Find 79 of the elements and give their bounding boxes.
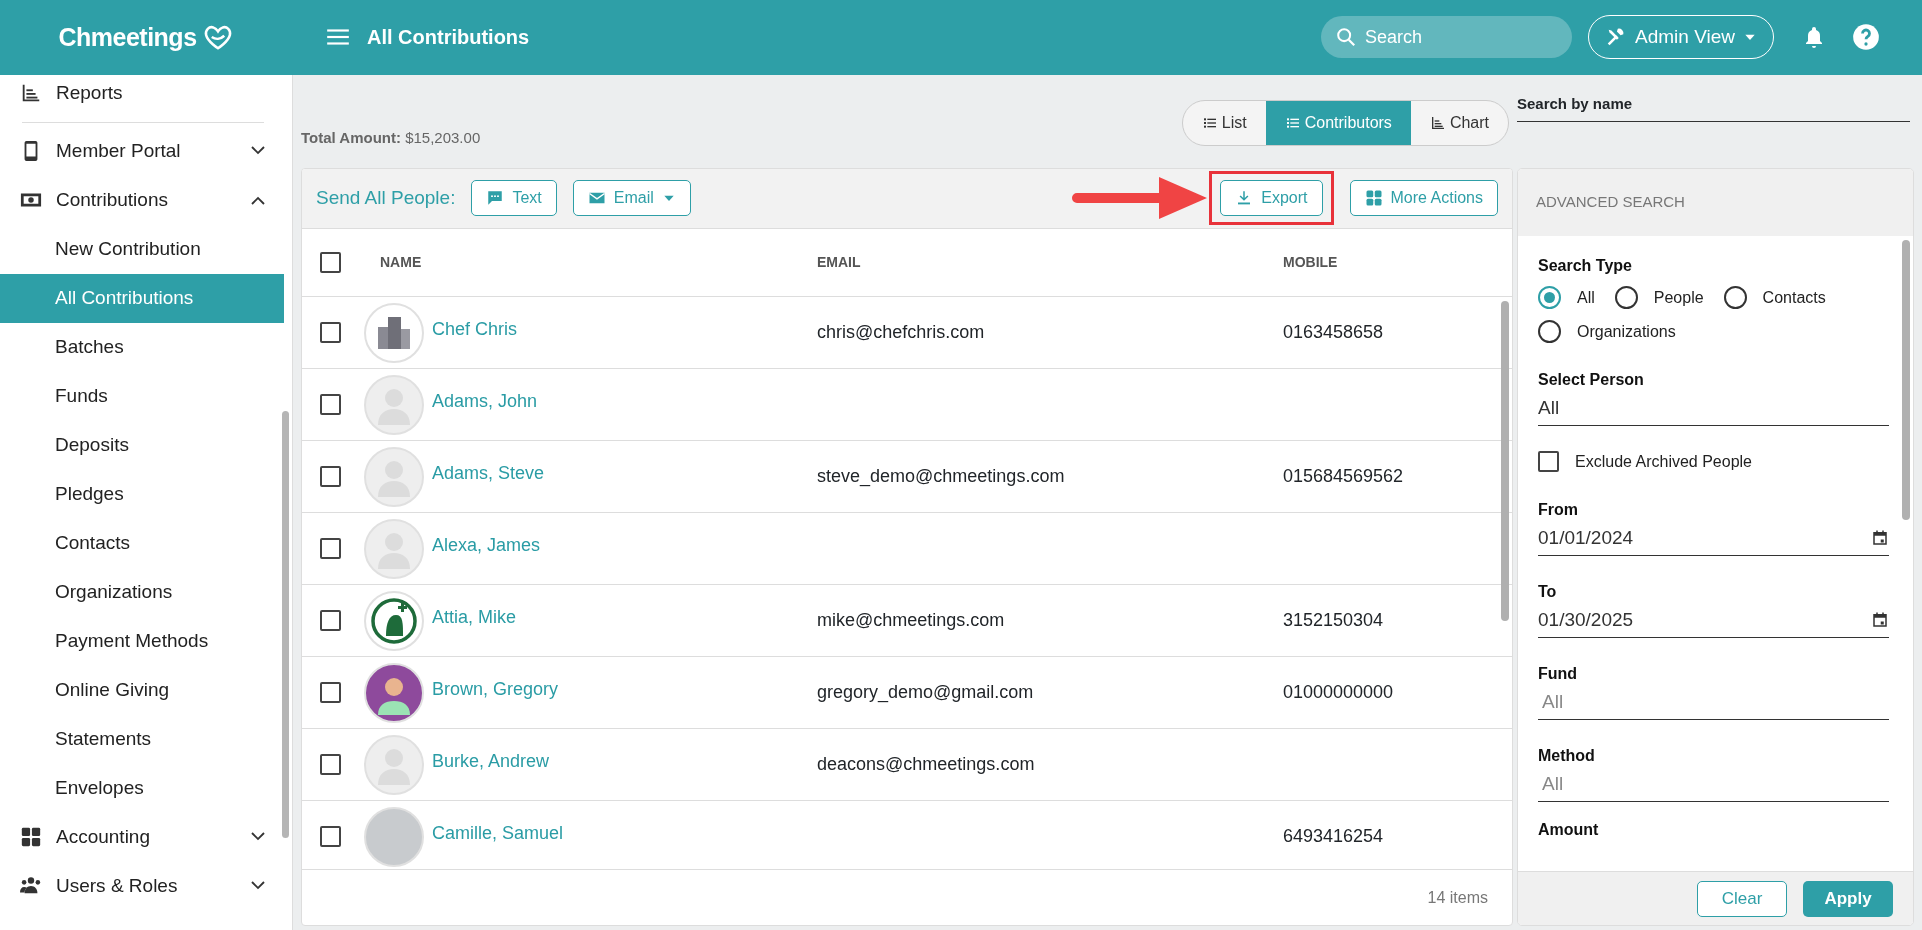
- sidebar-subitem[interactable]: New Contribution: [0, 224, 284, 274]
- sidebar-subitem[interactable]: Deposits: [0, 420, 284, 470]
- row-checkbox[interactable]: [320, 322, 341, 344]
- radio-option[interactable]: Contacts: [1723, 285, 1826, 310]
- item-count-text: 14 items: [1427, 887, 1488, 908]
- avatar-silhouette: [364, 374, 424, 435]
- radio-option[interactable]: People: [1614, 285, 1704, 310]
- calendar-icon: [1871, 611, 1889, 630]
- radio-option[interactable]: All: [1538, 285, 1595, 310]
- row-checkbox[interactable]: [320, 466, 341, 488]
- row-checkbox[interactable]: [320, 538, 341, 560]
- page-title: All Contributions: [367, 25, 530, 51]
- select-field[interactable]: All: [1538, 685, 1889, 720]
- column-header: NAME: [380, 254, 422, 271]
- mobile-text: 6493416254: [1283, 826, 1384, 847]
- field-label: Method: [1538, 745, 1596, 766]
- email-text: mike@chmeetings.com: [817, 610, 1005, 631]
- email-text: chris@chefchris.com: [817, 322, 985, 343]
- field-label: From: [1538, 499, 1579, 520]
- search-by-name-field[interactable]: Search by name: [1517, 91, 1910, 122]
- help-icon[interactable]: [1852, 23, 1880, 52]
- email-text: deacons@chmeetings.com: [817, 754, 1035, 775]
- view-tab[interactable]: List: [1182, 100, 1266, 145]
- avatar-silhouette: [364, 446, 424, 507]
- field-label: To: [1538, 581, 1558, 602]
- row-checkbox[interactable]: [320, 682, 341, 704]
- sidebar-item[interactable]: Accounting: [0, 812, 292, 862]
- sidebar-item[interactable]: Users & Roles: [0, 861, 292, 911]
- sidebar-subitem[interactable]: Envelopes: [0, 763, 284, 813]
- row-checkbox[interactable]: [320, 826, 341, 848]
- view-tab[interactable]: Chart: [1410, 100, 1508, 145]
- sidebar-subitem[interactable]: Payment Methods: [0, 616, 284, 666]
- mobile-text: 015684569562: [1283, 466, 1404, 487]
- sidebar-subitem[interactable]: Pledges: [0, 469, 284, 519]
- chat-icon: [486, 189, 505, 208]
- email-text: gregory_demo@gmail.com: [817, 682, 1034, 703]
- sidebar-item[interactable]: Contributions: [0, 175, 292, 225]
- grid-icon: [1364, 189, 1383, 208]
- date-field[interactable]: 01/01/2024: [1538, 521, 1889, 556]
- row-checkbox[interactable]: [320, 754, 341, 776]
- sidebar-item[interactable]: Reports: [0, 74, 292, 118]
- column-header: MOBILE: [1283, 254, 1338, 271]
- sidebar-subitem[interactable]: Organizations: [0, 567, 284, 617]
- sidebar-subitem[interactable]: Batches: [0, 322, 284, 372]
- field-label: Amount: [1538, 819, 1600, 840]
- sidebar-item[interactable]: Member Portal: [0, 126, 292, 176]
- mobile-text: 01000000000: [1283, 682, 1394, 703]
- send-all-label: Send All People:: [316, 186, 456, 211]
- column-header: EMAIL: [817, 254, 861, 271]
- building-avatar: [364, 302, 424, 363]
- mobile-text: 3152150304: [1283, 610, 1384, 631]
- mobile-text: 0163458658: [1283, 322, 1384, 343]
- email-text: steve_demo@chmeetings.com: [817, 466, 1065, 487]
- calculator-icon: [20, 826, 42, 849]
- sidebar-subitem[interactable]: Contacts: [0, 518, 284, 568]
- sidebar-subitem[interactable]: Funds: [0, 371, 284, 421]
- row-checkbox[interactable]: [320, 610, 341, 632]
- search-icon: [1335, 26, 1357, 49]
- avatar-silhouette: [364, 734, 424, 795]
- row-checkbox[interactable]: [320, 394, 341, 416]
- date-field[interactable]: 01/30/2025: [1538, 603, 1889, 638]
- field-label: Select Person: [1538, 369, 1645, 390]
- sidebar-subitem[interactable]: Online Giving: [0, 665, 284, 715]
- panel-title: ADVANCED SEARCH: [1536, 192, 1685, 212]
- photo-placeholder: [364, 806, 424, 867]
- bar-chart-icon: [1429, 114, 1446, 131]
- sidebar-subitem[interactable]: Statements: [0, 714, 284, 764]
- select-field[interactable]: All: [1538, 767, 1889, 802]
- field-label: Fund: [1538, 663, 1579, 684]
- exclude-archived-checkbox[interactable]: Exclude Archived People: [1538, 449, 1889, 474]
- logo-avatar: [364, 590, 424, 651]
- avatar-silhouette: [364, 662, 424, 723]
- select-all-checkbox[interactable]: [320, 252, 341, 274]
- radio-option[interactable]: Organizations: [1538, 319, 1889, 344]
- calendar-icon: [1871, 529, 1889, 548]
- select-field[interactable]: All: [1538, 391, 1889, 426]
- field-label: Search Type: [1538, 255, 1633, 276]
- avatar-silhouette: [364, 518, 424, 579]
- total-amount-text: Total Amount: $15,203.00: [301, 128, 481, 148]
